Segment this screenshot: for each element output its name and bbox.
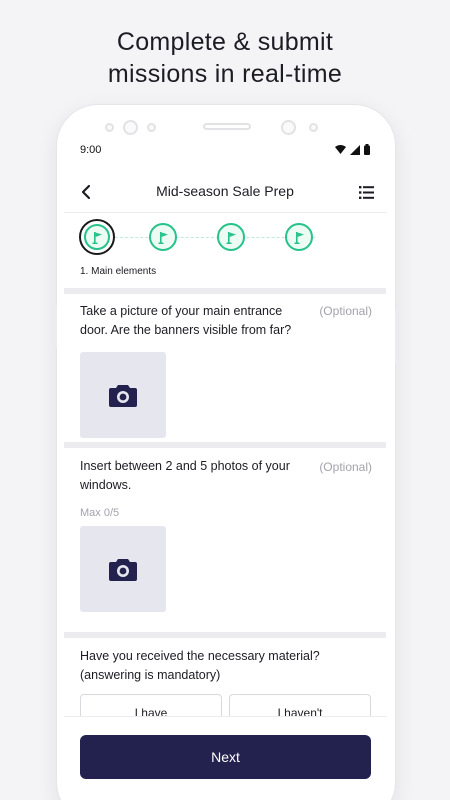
flag-icon xyxy=(92,231,102,244)
section-divider xyxy=(64,288,386,294)
status-time: 9:00 xyxy=(80,144,102,156)
section-divider xyxy=(64,632,386,638)
step-caption: 1. Main elements xyxy=(80,266,157,277)
menu-button[interactable] xyxy=(354,180,378,204)
phone-sensor xyxy=(309,123,318,132)
camera-icon xyxy=(109,559,137,581)
flag-icon xyxy=(158,231,168,244)
status-bar: 9:00 xyxy=(80,144,370,160)
photo-upload-button[interactable] xyxy=(80,352,166,438)
phone-side-button-right xyxy=(395,309,399,365)
flag-icon xyxy=(226,231,236,244)
app-bar-divider xyxy=(64,212,386,213)
phone-sensor xyxy=(105,123,114,132)
status-icons xyxy=(335,144,370,155)
progress-stepper xyxy=(79,218,319,258)
camera-icon xyxy=(109,385,137,407)
phone-side-button-left xyxy=(53,305,57,349)
headline-line-2: missions in real-time xyxy=(107,60,343,88)
app-bar: Mid-season Sale Prep xyxy=(64,178,386,208)
photo-upload-button[interactable] xyxy=(80,526,166,612)
page-title: Mid-season Sale Prep xyxy=(156,183,294,199)
section-divider xyxy=(64,442,386,448)
question-text: Have you received the necessary material… xyxy=(80,649,320,682)
step-3[interactable] xyxy=(217,223,245,251)
step-4[interactable] xyxy=(285,223,313,251)
signal-icon xyxy=(350,144,360,155)
question-text: Take a picture of your main entrance doo… xyxy=(80,304,292,337)
flag-icon xyxy=(294,231,304,244)
phone-speaker xyxy=(203,123,251,130)
optional-label: (Optional) xyxy=(319,304,372,318)
question-text: Insert between 2 and 5 photos of your wi… xyxy=(80,459,290,492)
headline-line-1: Complete & submit xyxy=(116,28,334,56)
list-icon xyxy=(358,185,374,199)
app-screen: 9:00 Mid-season Sale Prep 1. Main elemen… xyxy=(64,140,386,800)
step-2[interactable] xyxy=(149,223,177,251)
headline: Complete & submit missions in real-time xyxy=(0,26,450,90)
wifi-icon xyxy=(335,145,346,154)
phone-camera xyxy=(281,120,296,135)
phone-camera xyxy=(123,120,138,135)
step-1[interactable] xyxy=(79,219,115,255)
next-button[interactable]: Next xyxy=(80,735,371,779)
battery-icon xyxy=(364,144,370,155)
optional-label: (Optional) xyxy=(319,460,372,474)
phone-sensor xyxy=(147,123,156,132)
footer-bar: Next xyxy=(64,716,386,800)
photo-count-hint: Max 0/5 xyxy=(80,507,120,519)
